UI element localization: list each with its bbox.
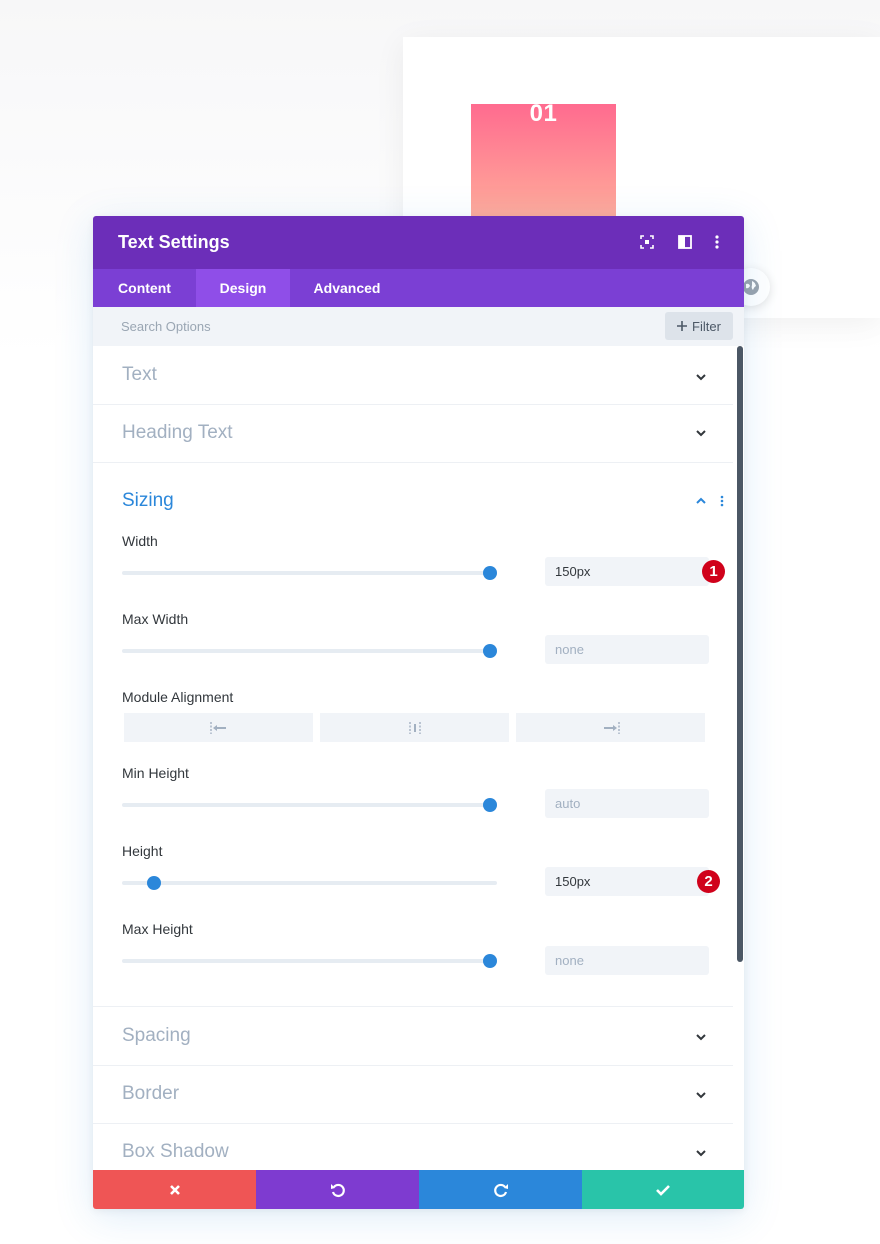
section-title-border: Border [122, 1083, 180, 1104]
align-center-icon [408, 721, 421, 734]
min-height-input[interactable]: auto [545, 789, 709, 818]
height-slider-handle[interactable] [147, 876, 162, 890]
align-left-button[interactable] [124, 713, 313, 742]
modal-title: Text Settings [118, 232, 230, 252]
align-center-button[interactable] [320, 713, 509, 742]
max-height-label: Max Height [122, 921, 193, 937]
more-options-icon[interactable] [708, 233, 726, 251]
max-width-input[interactable]: none [545, 635, 709, 664]
module-alignment-group [124, 713, 707, 742]
search-input[interactable] [115, 313, 647, 339]
min-height-slider[interactable] [122, 803, 497, 807]
max-width-label: Max Width [122, 611, 189, 627]
redo-button[interactable] [419, 1170, 582, 1209]
section-title-text: Text [122, 364, 157, 385]
section-spacing[interactable]: Spacing [93, 1007, 733, 1066]
align-right-icon [603, 721, 620, 734]
tab-content[interactable]: Content [93, 269, 196, 307]
chevron-down-icon[interactable] [694, 1088, 708, 1102]
tab-bar: Content Design Advanced [93, 269, 744, 307]
save-button[interactable] [582, 1170, 744, 1209]
section-sizing: Sizing Width 150px 1 Max Width none Modu… [93, 462, 733, 1007]
min-height-slider-handle[interactable] [483, 798, 497, 812]
annotation-badge-1: 1 [702, 560, 725, 583]
chevron-down-icon[interactable] [694, 370, 708, 384]
tab-advanced[interactable]: Advanced [290, 269, 404, 307]
height-input[interactable]: 150px [545, 867, 709, 896]
settings-modal: Text Settings Content Design Advanced Se… [93, 216, 744, 1209]
max-width-slider-handle[interactable] [483, 644, 497, 658]
undo-icon [330, 1183, 345, 1197]
section-title-box-shadow: Box Shadow [122, 1141, 229, 1162]
section-more-icon[interactable] [720, 495, 724, 507]
max-height-input[interactable]: none [545, 946, 709, 975]
align-right-button[interactable] [516, 713, 705, 742]
expand-icon[interactable] [638, 233, 656, 251]
plus-icon [677, 321, 688, 331]
modal-footer [93, 1170, 744, 1209]
section-border[interactable]: Border [93, 1065, 733, 1124]
split-view-icon[interactable] [676, 233, 694, 251]
section-title-heading-text: Heading Text [122, 422, 233, 443]
close-icon [169, 1184, 180, 1195]
height-slider[interactable] [122, 881, 497, 885]
tab-design[interactable]: Design [196, 269, 290, 307]
section-heading-text[interactable]: Heading Text [93, 404, 733, 463]
options-scroll-area[interactable]: Text Heading Text Sizing Width 150px 1 M… [93, 346, 744, 1170]
max-height-slider[interactable] [122, 959, 497, 963]
filter-label: Filter [692, 318, 721, 334]
checkmark-icon [656, 1184, 670, 1196]
redo-icon [493, 1183, 508, 1197]
search-row: Filter [93, 307, 744, 346]
chevron-down-icon[interactable] [694, 1146, 708, 1160]
module-alignment-label: Module Alignment [122, 689, 234, 705]
globe-icon [743, 279, 759, 295]
height-label: Height [122, 843, 163, 859]
section-text[interactable]: Text [93, 346, 733, 405]
section-title-sizing[interactable]: Sizing [122, 490, 174, 512]
cancel-button[interactable] [93, 1170, 256, 1209]
align-left-icon [209, 721, 226, 734]
width-input[interactable]: 150px [545, 557, 709, 586]
undo-button[interactable] [256, 1170, 419, 1209]
width-slider-handle[interactable] [483, 566, 497, 580]
annotation-badge-2: 2 [697, 870, 720, 893]
width-label: Width [122, 533, 158, 549]
max-width-slider[interactable] [122, 649, 497, 653]
max-height-slider-handle[interactable] [483, 954, 497, 968]
min-height-label: Min Height [122, 765, 189, 781]
preview-number: 01 [529, 100, 558, 127]
modal-header: Text Settings [93, 216, 744, 269]
scrollbar[interactable] [737, 346, 743, 962]
width-slider[interactable] [122, 571, 497, 575]
filter-button[interactable]: Filter [665, 312, 733, 340]
chevron-up-icon[interactable] [694, 494, 708, 508]
section-title-spacing: Spacing [122, 1025, 191, 1046]
chevron-down-icon[interactable] [694, 426, 708, 440]
chevron-down-icon[interactable] [694, 1030, 708, 1044]
